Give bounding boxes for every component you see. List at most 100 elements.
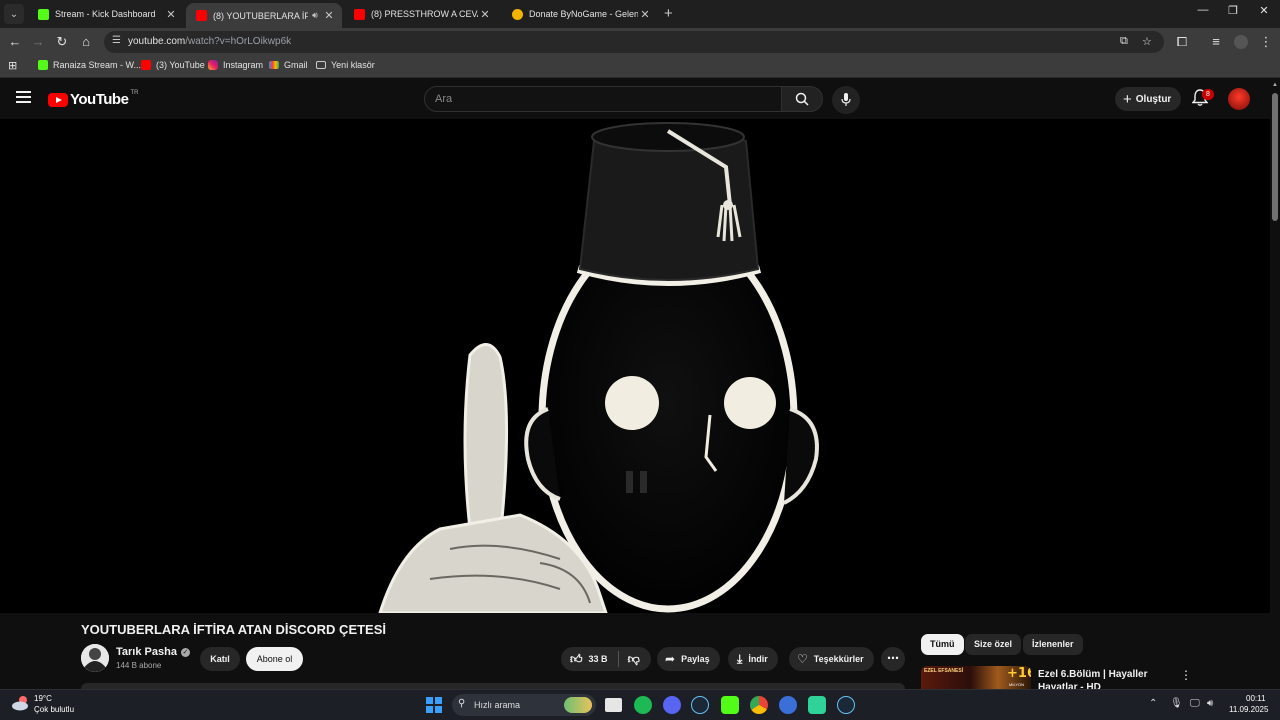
- tab-title: Stream - Kick Dashboard: [55, 9, 156, 19]
- bookmark-ranaiza[interactable]: Ranaiza Stream - W...: [38, 60, 141, 70]
- taskbar-search[interactable]: ⚲ Hızlı arama: [452, 694, 596, 716]
- bookmark-folder[interactable]: Yeni klasör: [316, 60, 375, 70]
- plus-icon: +: [1123, 90, 1132, 108]
- install-app-icon[interactable]: ⧉: [1120, 35, 1128, 48]
- microphone-tray-icon[interactable]: 🎙︎: [1170, 698, 1183, 709]
- discord-icon[interactable]: [663, 696, 681, 714]
- url-text[interactable]: youtube.com/watch?v=hOrLOikwp6k: [128, 36, 291, 47]
- steam-icon-2[interactable]: [837, 696, 855, 714]
- tab-title: Donate ByNoGame - Gelen/Gid: [529, 9, 638, 19]
- menu-icon[interactable]: [16, 91, 31, 103]
- download-label: İndir: [748, 654, 768, 664]
- new-tab-button[interactable]: +: [664, 5, 673, 22]
- network-tray-icon[interactable]: 🖵︎: [1190, 698, 1200, 709]
- bookmark-label: (3) YouTube: [156, 60, 205, 70]
- clock-date[interactable]: 11.09.2025: [1229, 705, 1268, 714]
- join-button[interactable]: Katıl: [200, 647, 240, 671]
- spotify-icon[interactable]: [634, 696, 652, 714]
- extensions-icon[interactable]: ⧠: [1173, 33, 1191, 51]
- search-icon: [795, 92, 809, 106]
- address-bar[interactable]: ☰ youtube.com/watch?v=hOrLOikwp6k ⧉ ☆: [104, 31, 1164, 53]
- recommendation-menu-icon[interactable]: ⋮: [1180, 668, 1192, 682]
- tab-close-icon[interactable]: ✕: [638, 8, 652, 21]
- browser-menu-icon[interactable]: ⋮: [1257, 33, 1275, 51]
- share-label: Paylaş: [681, 654, 710, 664]
- tab-bynogame[interactable]: Donate ByNoGame - Gelen/Gid ✕: [502, 3, 658, 25]
- heart-dollar-icon: ♡: [797, 652, 808, 666]
- subscribe-button[interactable]: Abone ol: [246, 647, 303, 671]
- like-button[interactable]: 👍︎ 33 B: [561, 651, 619, 667]
- account-avatar[interactable]: [1228, 88, 1250, 110]
- windows-start-icon[interactable]: [426, 697, 442, 713]
- bookmarks-bar: ⊞ Ranaiza Stream - W... (3) YouTube Inst…: [0, 56, 1280, 78]
- task-view-icon[interactable]: [605, 698, 622, 712]
- bookmark-gmail[interactable]: Gmail: [269, 60, 308, 70]
- search-highlight-image: [564, 697, 592, 713]
- media-control-icon[interactable]: ≡: [1207, 33, 1225, 51]
- chip-watched[interactable]: İzlenenler: [1023, 634, 1083, 655]
- url-path: /watch?v=hOrLOikwp6k: [185, 36, 292, 47]
- bookmark-youtube[interactable]: (3) YouTube: [141, 60, 205, 70]
- video-player[interactable]: [0, 119, 1270, 613]
- instagram-icon: [208, 60, 218, 70]
- windows-taskbar: 19°C Çok bulutlu ⚲ Hızlı arama ⌃ 🎙︎ 🖵︎ 🔊…: [0, 689, 1280, 720]
- thanks-label: Teşekkürler: [813, 654, 864, 664]
- tab-kick-dashboard[interactable]: Stream - Kick Dashboard ✕: [28, 3, 184, 25]
- clock-time[interactable]: 00:11: [1246, 694, 1265, 703]
- microphone-icon: [841, 93, 851, 106]
- voice-search-button[interactable]: [832, 86, 860, 114]
- profile-avatar[interactable]: [1234, 35, 1248, 49]
- tab-close-icon[interactable]: ✕: [322, 9, 336, 22]
- home-icon[interactable]: ⌂: [77, 33, 95, 51]
- create-button[interactable]: + Oluştur: [1115, 87, 1182, 111]
- chrome-icon[interactable]: [750, 696, 768, 714]
- app-green-icon[interactable]: [808, 696, 826, 714]
- tab-close-icon[interactable]: ✕: [478, 8, 492, 21]
- tab-youtube-pressthrow[interactable]: (8) PRESSTHROW A CEVAP #pr ✕: [344, 3, 498, 25]
- kick-app-icon[interactable]: [721, 696, 739, 714]
- tab-close-icon[interactable]: ✕: [164, 8, 178, 21]
- channel-avatar[interactable]: [81, 644, 109, 672]
- close-window-button[interactable]: ✕: [1249, 4, 1279, 17]
- back-arrow-icon[interactable]: ←: [6, 33, 24, 51]
- network-app-icon[interactable]: [779, 696, 797, 714]
- steam-icon[interactable]: [691, 696, 709, 714]
- country-code: TR: [130, 89, 139, 96]
- folder-icon: [316, 61, 326, 69]
- search-button[interactable]: [781, 86, 823, 112]
- gmail-icon: [269, 61, 279, 69]
- restore-button[interactable]: ❐: [1218, 4, 1248, 17]
- thanks-button[interactable]: ♡ Teşekkürler: [789, 647, 874, 671]
- download-button[interactable]: ⤓ İndir: [728, 647, 778, 671]
- bookmark-star-icon[interactable]: ☆: [1142, 35, 1152, 48]
- scroll-up-arrow-icon[interactable]: ▲: [1272, 82, 1278, 88]
- cloud-icon[interactable]: [11, 695, 31, 711]
- chip-all[interactable]: Tümü: [921, 634, 964, 655]
- tab-search-button[interactable]: ⌄: [4, 4, 24, 24]
- site-info-icon[interactable]: ☰: [112, 35, 121, 46]
- share-button[interactable]: ➦ Paylaş: [657, 647, 720, 671]
- chip-for-you[interactable]: Size özel: [965, 634, 1022, 655]
- scrollbar-thumb[interactable]: [1272, 93, 1278, 221]
- reload-icon[interactable]: ↻: [53, 33, 71, 51]
- youtube-logo[interactable]: YouTube TR: [48, 89, 139, 108]
- dislike-button[interactable]: 👎︎: [619, 652, 640, 667]
- search-box[interactable]: [424, 86, 782, 112]
- tab-youtube-active[interactable]: (8) YOUTUBERLARA İFTİRA 🔊︎ ✕: [186, 3, 342, 28]
- volume-tray-icon[interactable]: 🔊︎: [1207, 698, 1213, 709]
- speaker-icon[interactable]: 🔊︎: [308, 10, 322, 21]
- recommendation-thumbnail[interactable]: EZEL EFSANESİ +16 MİLYON: [921, 666, 1031, 689]
- recommendation-title[interactable]: Ezel 6.Bölüm | Hayaller Hayatlar - HD: [1038, 668, 1168, 689]
- bookmark-instagram[interactable]: Instagram: [208, 60, 263, 70]
- channel-name[interactable]: Tarık Pasha ✓: [116, 646, 190, 658]
- search-input[interactable]: [425, 87, 781, 111]
- minimize-button[interactable]: —: [1188, 4, 1218, 16]
- apps-grid-icon[interactable]: ⊞: [8, 59, 17, 72]
- more-actions-button[interactable]: ⋯: [881, 647, 905, 671]
- pause-icon[interactable]: [624, 469, 650, 495]
- weather-temperature[interactable]: 19°C: [34, 694, 52, 703]
- youtube-play-icon: [48, 92, 68, 107]
- weather-description[interactable]: Çok bulutlu: [34, 705, 74, 714]
- tray-expand-icon[interactable]: ⌃: [1149, 698, 1157, 709]
- forward-arrow-icon[interactable]: →: [29, 33, 47, 51]
